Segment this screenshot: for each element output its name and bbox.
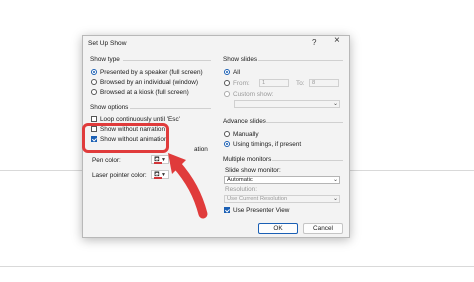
annotation-arrow [168,153,208,219]
arrow-shaft [171,159,208,219]
